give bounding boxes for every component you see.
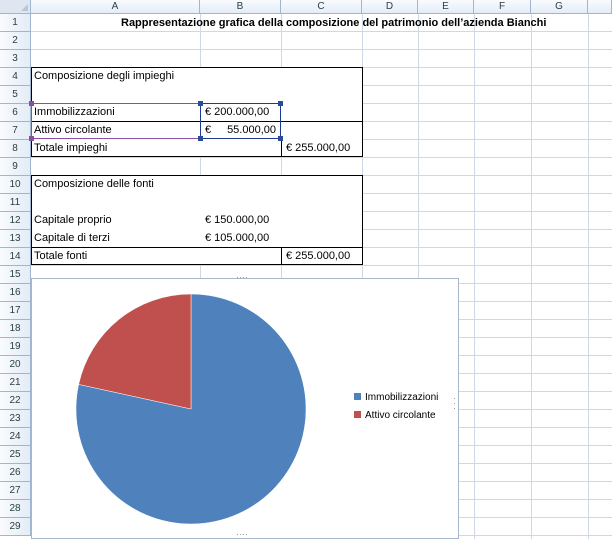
- legend-swatch-1: [354, 411, 361, 418]
- row-header-23[interactable]: 23: [0, 410, 31, 428]
- row-header-2[interactable]: 2: [0, 32, 31, 50]
- attivo-circolante-label[interactable]: Attivo circolante: [34, 121, 112, 139]
- row-header-20[interactable]: 20: [0, 356, 31, 374]
- column-header-b[interactable]: B: [200, 0, 281, 14]
- legend-label-0: Immobilizzazioni: [365, 392, 439, 403]
- column-header-d[interactable]: D: [362, 0, 418, 14]
- row-header-12[interactable]: 12: [0, 212, 31, 230]
- totale-fonti-label[interactable]: Totale fonti: [34, 247, 87, 265]
- pie-plot: [75, 293, 307, 525]
- select-all-corner[interactable]: [0, 0, 31, 14]
- row-header-16[interactable]: 16: [0, 284, 31, 302]
- legend-item-1[interactable]: Attivo circolante: [354, 410, 436, 422]
- column-header-c[interactable]: C: [281, 0, 362, 14]
- row-header-24[interactable]: 24: [0, 428, 31, 446]
- row-header-15[interactable]: 15: [0, 266, 31, 284]
- fonti-header[interactable]: Composizione delle fonti: [34, 175, 154, 193]
- row-header-13[interactable]: 13: [0, 230, 31, 248]
- column-header-a[interactable]: A: [31, 0, 200, 14]
- row-header-29[interactable]: 29: [0, 518, 31, 536]
- capitale-terzi-label[interactable]: Capitale di terzi: [34, 229, 110, 247]
- impieghi-header[interactable]: Composizione degli impieghi: [34, 67, 174, 85]
- row-header-6[interactable]: 6: [0, 104, 31, 122]
- row-header-8[interactable]: 8: [0, 140, 31, 158]
- legend-swatch-0: [354, 393, 361, 400]
- column-header-f[interactable]: F: [474, 0, 531, 14]
- row-header-1[interactable]: 1: [0, 14, 31, 32]
- row-header-10[interactable]: 10: [0, 176, 31, 194]
- row-header-25[interactable]: 25: [0, 446, 31, 464]
- immobilizzazioni-label[interactable]: Immobilizzazioni: [34, 103, 115, 121]
- totale-fonti-value[interactable]: € 255.000,00: [286, 247, 350, 265]
- row-header-11[interactable]: 11: [0, 194, 31, 212]
- legend-item-0[interactable]: Immobilizzazioni: [354, 392, 438, 404]
- column-header-g[interactable]: G: [531, 0, 588, 14]
- row-header-9[interactable]: 9: [0, 158, 31, 176]
- row-header-22[interactable]: 22: [0, 392, 31, 410]
- row-header-7[interactable]: 7: [0, 122, 31, 140]
- row-header-3[interactable]: 3: [0, 50, 31, 68]
- capitale-proprio-value[interactable]: € 150.000,00: [205, 211, 269, 229]
- row-header-5[interactable]: 5: [0, 86, 31, 104]
- row-header-18[interactable]: 18: [0, 320, 31, 338]
- chart-values-range[interactable]: [200, 103, 281, 139]
- row-header-28[interactable]: 28: [0, 500, 31, 518]
- row-header-17[interactable]: 17: [0, 302, 31, 320]
- pie-chart[interactable]: ···· ···· · · · Immobilizzazioni Attivo ci…: [31, 272, 459, 539]
- row-header-26[interactable]: 26: [0, 464, 31, 482]
- row-header-14[interactable]: 14: [0, 248, 31, 266]
- capitale-terzi-value[interactable]: € 105.000,00: [205, 229, 269, 247]
- spreadsheet[interactable]: A B C D E F G 1 2 3 4 5 6 7 8 9 10 11 12…: [0, 0, 612, 539]
- row-header-19[interactable]: 19: [0, 338, 31, 356]
- column-header-h[interactable]: [588, 0, 612, 14]
- column-header-e[interactable]: E: [418, 0, 474, 14]
- row-header-21[interactable]: 21: [0, 374, 31, 392]
- row-header-27[interactable]: 27: [0, 482, 31, 500]
- capitale-proprio-label[interactable]: Capitale proprio: [34, 211, 112, 229]
- legend-label-1: Attivo circolante: [365, 410, 436, 421]
- sheet-title[interactable]: Rappresentazione grafica della composizi…: [121, 14, 612, 32]
- totale-impieghi-label[interactable]: Totale impieghi: [34, 139, 107, 157]
- totale-impieghi-value[interactable]: € 255.000,00: [286, 139, 350, 157]
- row-header-4[interactable]: 4: [0, 68, 31, 86]
